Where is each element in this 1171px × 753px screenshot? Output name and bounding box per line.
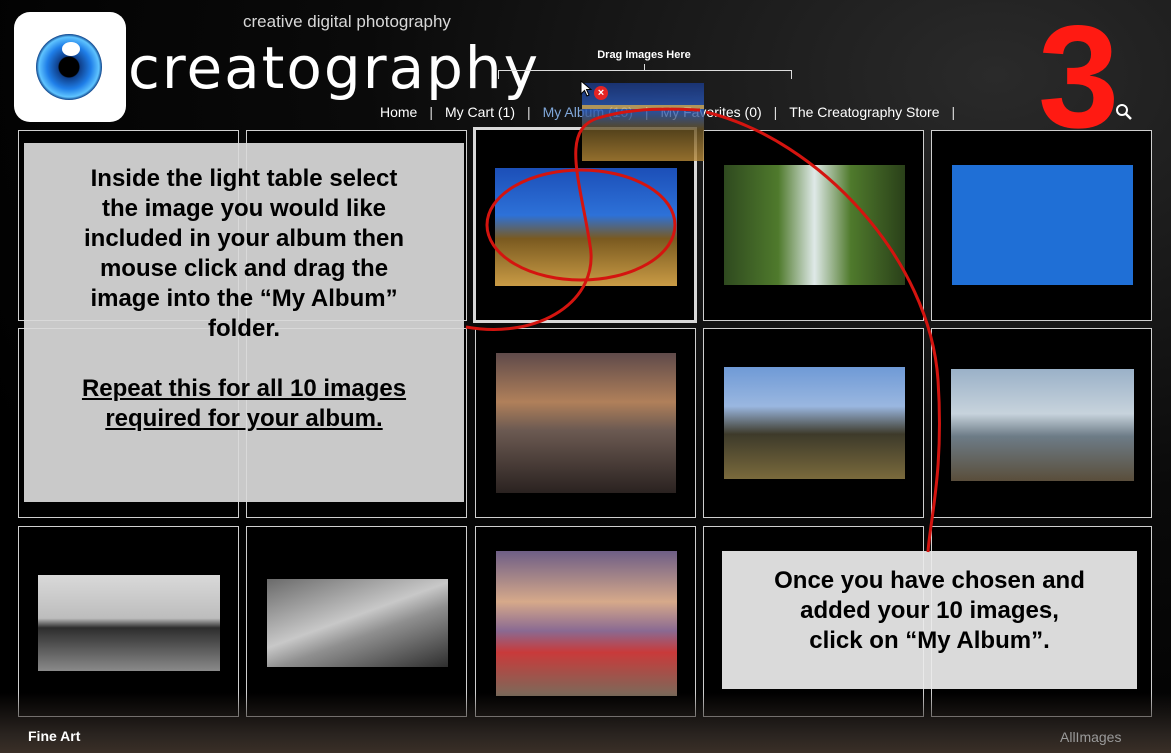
annotation-overlay xyxy=(465,107,941,553)
footer-all-images-link[interactable]: AllImages xyxy=(1060,729,1121,745)
drag-path-arrow xyxy=(465,107,701,331)
highlight-ellipse xyxy=(485,168,677,282)
footer-background xyxy=(0,693,1171,753)
footer-fine-art-link[interactable]: Fine Art xyxy=(28,728,80,744)
my-album-pointer-arrow xyxy=(705,110,941,553)
